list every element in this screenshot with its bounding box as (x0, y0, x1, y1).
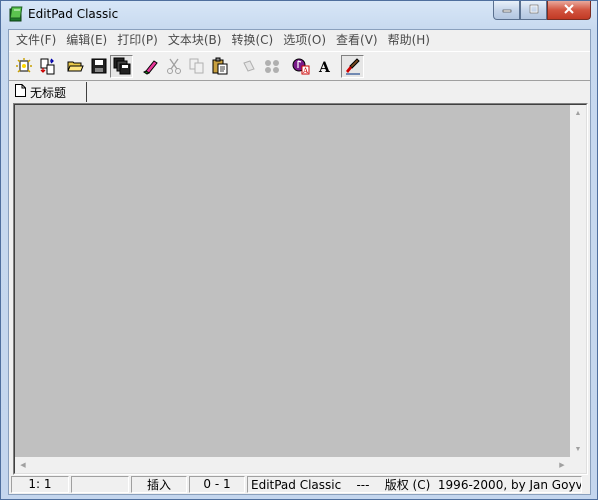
horizontal-scrollbar[interactable]: ◀ ▶ (15, 457, 570, 473)
scroll-up-button[interactable]: ▲ (570, 105, 586, 121)
minimize-icon (502, 3, 512, 17)
close-button[interactable] (547, 1, 591, 20)
font-button[interactable]: A (289, 55, 312, 78)
new-file-arrows-icon (38, 57, 56, 75)
cut-button[interactable] (162, 55, 185, 78)
clear-eraser-icon (142, 57, 160, 75)
menu-file[interactable]: 文件(F) (11, 31, 61, 49)
font-letter-a-icon: A (315, 57, 333, 75)
scroll-down-arrow-icon: ▼ (574, 445, 582, 453)
maximize-icon (529, 3, 539, 17)
editor-frame: ▲ ▼ ◀ ▶ (13, 103, 588, 475)
save-button[interactable] (87, 55, 110, 78)
app-window: EditPad Classic 文件(F) 编辑(E) 打印(P) 文本块(B)… (0, 0, 598, 500)
window-title: EditPad Classic (28, 7, 119, 21)
menu-print[interactable]: 打印(P) (112, 31, 163, 49)
save-all-disks-icon (113, 57, 131, 75)
cut-scissors-icon (165, 57, 183, 75)
menu-bar: 文件(F) 编辑(E) 打印(P) 文本块(B) 转换(C) 选项(O) 查看(… (9, 30, 590, 50)
status-info: EditPad Classic --- 版权 (C) 1996-2000, by… (247, 475, 582, 493)
record-button[interactable] (260, 55, 283, 78)
clear-button[interactable] (139, 55, 162, 78)
scroll-up-arrow-icon: ▲ (574, 109, 582, 117)
record-macro-icon (263, 57, 281, 75)
tab-untitled[interactable]: 无标题 (11, 82, 87, 102)
maximize-button[interactable] (520, 1, 547, 20)
status-selection: 0 - 1 (189, 475, 245, 493)
menu-options[interactable]: 选项(O) (278, 31, 331, 49)
highlight-button[interactable] (237, 55, 260, 78)
save-all-button[interactable] (110, 54, 133, 78)
word-wrap-brush-icon (344, 57, 362, 75)
open-button[interactable] (64, 55, 87, 78)
close-icon (563, 3, 575, 17)
status-modified (71, 475, 129, 493)
title-bar[interactable]: EditPad Classic (1, 1, 597, 29)
tab-strip: 无标题 (9, 82, 590, 102)
scroll-down-button[interactable]: ▼ (570, 441, 586, 457)
highlight-marker-icon (240, 57, 258, 75)
scroll-left-button[interactable]: ◀ (15, 457, 31, 473)
text-editor[interactable]: ▲ ▼ ◀ ▶ (14, 104, 587, 474)
client-area: 文件(F) 编辑(E) 打印(P) 文本块(B) 转换(C) 选项(O) 查看(… (8, 29, 591, 495)
minimize-button[interactable] (493, 1, 520, 20)
menu-help[interactable]: 帮助(H) (383, 31, 435, 49)
toolbar: A A (9, 51, 590, 81)
document-icon (15, 84, 26, 100)
green-notepad-icon[interactable] (8, 6, 24, 22)
caption-buttons (493, 1, 591, 20)
word-wrap-button[interactable] (341, 54, 364, 78)
font-music-icon: A (292, 57, 310, 75)
new-file-sparkle-icon (15, 57, 33, 75)
svg-text:A: A (302, 67, 309, 75)
paste-button[interactable] (208, 55, 231, 78)
status-position: 1: 1 (11, 475, 69, 493)
vertical-scrollbar[interactable]: ▲ ▼ (570, 105, 586, 457)
paste-icon (211, 57, 229, 75)
menu-view[interactable]: 查看(V) (331, 31, 383, 49)
status-bar: 1: 1 插入 0 - 1 EditPad Classic --- 版权 (C)… (9, 474, 590, 494)
copy-icon (188, 57, 206, 75)
scroll-right-button[interactable]: ▶ (554, 457, 570, 473)
scrollbar-corner (570, 457, 586, 473)
menu-convert[interactable]: 转换(C) (226, 31, 278, 49)
copy-button[interactable] (185, 55, 208, 78)
tab-label: 无标题 (30, 85, 67, 100)
menu-block[interactable]: 文本块(B) (163, 31, 227, 49)
font-size-button[interactable]: A (312, 55, 335, 78)
open-folder-icon (66, 57, 85, 75)
new-copy-button[interactable] (35, 55, 58, 78)
status-insert-mode: 插入 (131, 475, 187, 493)
new-file-button[interactable] (12, 55, 35, 78)
svg-text:A: A (318, 60, 331, 75)
menu-edit[interactable]: 编辑(E) (61, 31, 112, 49)
save-disk-icon (90, 57, 108, 75)
scroll-right-arrow-icon: ▶ (559, 461, 565, 469)
scroll-left-arrow-icon: ◀ (20, 461, 26, 469)
